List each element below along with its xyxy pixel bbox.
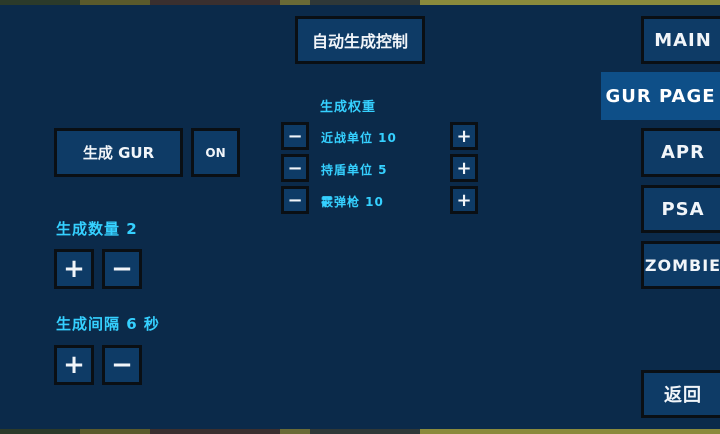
spawn-count-label: 生成数量 2 [56,220,138,238]
spawn-interval-label: 生成间隔 6 秒 [56,315,160,333]
weight-shotgun-plus-button[interactable]: + [450,186,478,214]
weight-shield-label: 持盾单位 5 [321,163,388,177]
auto-spawn-control-button[interactable]: 自动生成控制 [295,16,425,64]
weight-melee-plus-button[interactable]: + [450,122,478,150]
spawn-count-minus-button[interactable]: − [102,249,142,289]
nav-main-button[interactable]: MAIN [641,16,720,64]
back-button[interactable]: 返回 [641,370,720,418]
spawn-gur-button[interactable]: 生成 GUR [54,128,183,177]
top-edge-strip [0,0,720,5]
spawn-toggle-button[interactable]: ON [191,128,240,177]
spawn-interval-plus-button[interactable]: + [54,345,94,385]
bottom-edge-strip [0,429,720,434]
nav-psa-button[interactable]: PSA [641,185,720,233]
weight-melee-minus-button[interactable]: − [281,122,309,150]
weight-shotgun-minus-button[interactable]: − [281,186,309,214]
spawn-interval-minus-button[interactable]: − [102,345,142,385]
weight-shotgun-label: 霰弹枪 10 [321,195,384,209]
spawn-count-plus-button[interactable]: + [54,249,94,289]
nav-apr-button[interactable]: APR [641,128,720,177]
weight-melee-label: 近战单位 10 [321,131,397,145]
weight-shield-minus-button[interactable]: − [281,154,309,182]
spawn-weights-title: 生成权重 [320,100,377,115]
weight-shield-plus-button[interactable]: + [450,154,478,182]
nav-zombie-button[interactable]: ZOMBIE [641,241,720,289]
nav-gur-page-button[interactable]: GUR PAGE [601,72,720,120]
